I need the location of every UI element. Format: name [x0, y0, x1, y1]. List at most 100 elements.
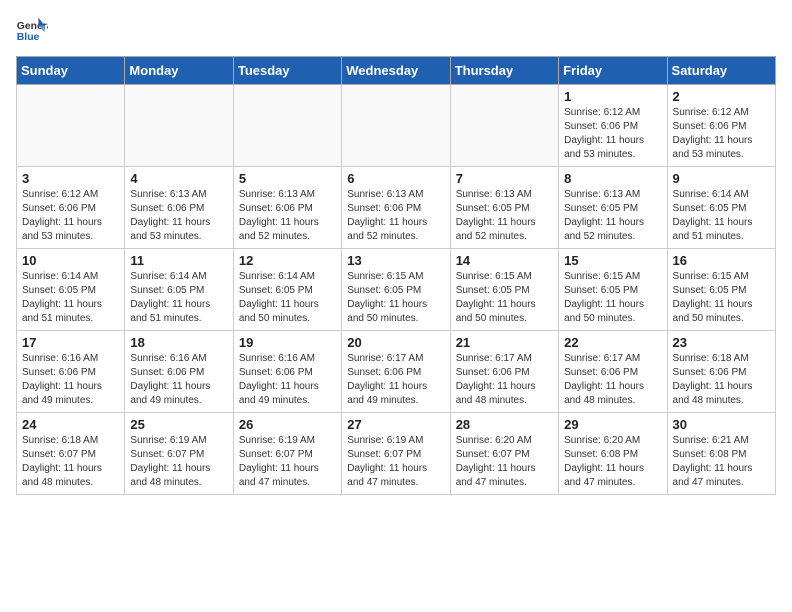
day-number: 21 [456, 335, 553, 350]
day-info: Sunrise: 6:13 AM Sunset: 6:05 PM Dayligh… [564, 188, 661, 244]
day-number: 8 [564, 171, 661, 186]
calendar-cell: 3 Sunrise: 6:12 AM Sunset: 6:06 PM Daylig… [17, 167, 125, 249]
day-number: 30 [673, 417, 770, 432]
weekday-header: Sunday [17, 57, 125, 85]
day-info: Sunrise: 6:14 AM Sunset: 6:05 PM Dayligh… [673, 188, 770, 244]
calendar-cell [125, 85, 233, 167]
calendar-week-row: 24 Sunrise: 6:18 AM Sunset: 6:07 PM Dayli… [17, 413, 776, 495]
day-number: 13 [347, 253, 444, 268]
day-info: Sunrise: 6:15 AM Sunset: 6:05 PM Dayligh… [673, 270, 770, 326]
calendar-cell: 14Sunrise: 6:15 AM Sunset: 6:05 PM Dayli… [450, 249, 558, 331]
calendar-week-row: 3 Sunrise: 6:12 AM Sunset: 6:06 PM Daylig… [17, 167, 776, 249]
day-info: Sunrise: 6:14 AM Sunset: 6:05 PM Dayligh… [22, 270, 119, 326]
day-info: Sunrise: 6:16 AM Sunset: 6:06 PM Dayligh… [239, 352, 336, 408]
calendar-cell [233, 85, 341, 167]
day-number: 7 [456, 171, 553, 186]
day-number: 10 [22, 253, 119, 268]
logo-icon: GeneralBlue [16, 16, 48, 48]
calendar-week-row: 17 Sunrise: 6:16 AM Sunset: 6:06 PM Dayli… [17, 331, 776, 413]
day-number: 4 [130, 171, 227, 186]
day-info: Sunrise: 6:17 AM Sunset: 6:06 PM Dayligh… [456, 352, 553, 408]
weekday-header: Tuesday [233, 57, 341, 85]
day-info: Sunrise: 6:20 AM Sunset: 6:08 PM Dayligh… [564, 434, 661, 490]
day-info: Sunrise: 6:15 AM Sunset: 6:05 PM Dayligh… [564, 270, 661, 326]
day-info: Sunrise: 6:12 AM Sunset: 6:06 PM Dayligh… [673, 106, 770, 162]
day-number: 15 [564, 253, 661, 268]
calendar-cell: 17 Sunrise: 6:16 AM Sunset: 6:06 PM Dayli… [17, 331, 125, 413]
day-info: Sunrise: 6:19 AM Sunset: 6:07 PM Dayligh… [130, 434, 227, 490]
calendar-cell: 8 Sunrise: 6:13 AM Sunset: 6:05 PM Daylig… [559, 167, 667, 249]
day-info: Sunrise: 6:12 AM Sunset: 6:06 PM Dayligh… [22, 188, 119, 244]
calendar-cell: 7 Sunrise: 6:13 AM Sunset: 6:05 PM Daylig… [450, 167, 558, 249]
calendar-cell: 16 Sunrise: 6:15 AM Sunset: 6:05 PM Dayli… [667, 249, 775, 331]
page: GeneralBlue SundayMondayTuesdayWednesday… [0, 0, 792, 511]
day-info: Sunrise: 6:20 AM Sunset: 6:07 PM Dayligh… [456, 434, 553, 490]
day-info: Sunrise: 6:19 AM Sunset: 6:07 PM Dayligh… [239, 434, 336, 490]
day-number: 19 [239, 335, 336, 350]
weekday-header: Saturday [667, 57, 775, 85]
calendar-cell: 11 Sunrise: 6:14 AM Sunset: 6:05 PM Dayli… [125, 249, 233, 331]
day-number: 14 [456, 253, 553, 268]
calendar-cell: 10 Sunrise: 6:14 AM Sunset: 6:05 PM Dayli… [17, 249, 125, 331]
calendar-cell: 27Sunrise: 6:19 AM Sunset: 6:07 PM Dayli… [342, 413, 450, 495]
day-info: Sunrise: 6:13 AM Sunset: 6:06 PM Dayligh… [347, 188, 444, 244]
weekday-header-row: SundayMondayTuesdayWednesdayThursdayFrid… [17, 57, 776, 85]
calendar-cell: 15 Sunrise: 6:15 AM Sunset: 6:05 PM Dayli… [559, 249, 667, 331]
calendar-cell: 1 Sunrise: 6:12 AM Sunset: 6:06 PM Daylig… [559, 85, 667, 167]
day-info: Sunrise: 6:13 AM Sunset: 6:05 PM Dayligh… [456, 188, 553, 244]
calendar-cell: 22Sunrise: 6:17 AM Sunset: 6:06 PM Dayli… [559, 331, 667, 413]
svg-text:Blue: Blue [17, 32, 40, 43]
calendar-week-row: 10 Sunrise: 6:14 AM Sunset: 6:05 PM Dayli… [17, 249, 776, 331]
calendar-table: SundayMondayTuesdayWednesdayThursdayFrid… [16, 56, 776, 495]
day-info: Sunrise: 6:18 AM Sunset: 6:07 PM Dayligh… [22, 434, 119, 490]
day-number: 2 [673, 89, 770, 104]
day-number: 11 [130, 253, 227, 268]
calendar-cell [342, 85, 450, 167]
day-number: 23 [673, 335, 770, 350]
day-number: 26 [239, 417, 336, 432]
calendar-cell: 21 Sunrise: 6:17 AM Sunset: 6:06 PM Dayli… [450, 331, 558, 413]
day-number: 28 [456, 417, 553, 432]
calendar-cell: 2 Sunrise: 6:12 AM Sunset: 6:06 PM Daylig… [667, 85, 775, 167]
calendar-cell: 20Sunrise: 6:17 AM Sunset: 6:06 PM Dayli… [342, 331, 450, 413]
day-info: Sunrise: 6:16 AM Sunset: 6:06 PM Dayligh… [22, 352, 119, 408]
day-number: 17 [22, 335, 119, 350]
day-number: 16 [673, 253, 770, 268]
day-info: Sunrise: 6:14 AM Sunset: 6:05 PM Dayligh… [130, 270, 227, 326]
calendar-cell: 25 Sunrise: 6:19 AM Sunset: 6:07 PM Dayli… [125, 413, 233, 495]
day-info: Sunrise: 6:14 AM Sunset: 6:05 PM Dayligh… [239, 270, 336, 326]
calendar-cell: 6 Sunrise: 6:13 AM Sunset: 6:06 PM Daylig… [342, 167, 450, 249]
header: GeneralBlue [16, 16, 776, 48]
calendar-cell: 12 Sunrise: 6:14 AM Sunset: 6:05 PM Dayli… [233, 249, 341, 331]
calendar-cell: 24 Sunrise: 6:18 AM Sunset: 6:07 PM Dayli… [17, 413, 125, 495]
weekday-header: Wednesday [342, 57, 450, 85]
day-number: 1 [564, 89, 661, 104]
calendar-cell: 5 Sunrise: 6:13 AM Sunset: 6:06 PM Daylig… [233, 167, 341, 249]
day-number: 27 [347, 417, 444, 432]
calendar-cell [17, 85, 125, 167]
weekday-header: Thursday [450, 57, 558, 85]
weekday-header: Friday [559, 57, 667, 85]
calendar-cell [450, 85, 558, 167]
day-info: Sunrise: 6:17 AM Sunset: 6:06 PM Dayligh… [347, 352, 444, 408]
calendar-cell: 13 Sunrise: 6:15 AM Sunset: 6:05 PM Dayli… [342, 249, 450, 331]
calendar-cell: 28 Sunrise: 6:20 AM Sunset: 6:07 PM Dayli… [450, 413, 558, 495]
day-number: 9 [673, 171, 770, 186]
day-number: 25 [130, 417, 227, 432]
calendar-cell: 9 Sunrise: 6:14 AM Sunset: 6:05 PM Daylig… [667, 167, 775, 249]
calendar-cell: 4Sunrise: 6:13 AM Sunset: 6:06 PM Daylig… [125, 167, 233, 249]
day-number: 24 [22, 417, 119, 432]
day-info: Sunrise: 6:12 AM Sunset: 6:06 PM Dayligh… [564, 106, 661, 162]
logo: GeneralBlue [16, 16, 48, 48]
day-info: Sunrise: 6:13 AM Sunset: 6:06 PM Dayligh… [239, 188, 336, 244]
day-info: Sunrise: 6:21 AM Sunset: 6:08 PM Dayligh… [673, 434, 770, 490]
day-info: Sunrise: 6:16 AM Sunset: 6:06 PM Dayligh… [130, 352, 227, 408]
day-number: 6 [347, 171, 444, 186]
day-info: Sunrise: 6:17 AM Sunset: 6:06 PM Dayligh… [564, 352, 661, 408]
day-info: Sunrise: 6:15 AM Sunset: 6:05 PM Dayligh… [347, 270, 444, 326]
day-number: 12 [239, 253, 336, 268]
calendar-cell: 18Sunrise: 6:16 AM Sunset: 6:06 PM Dayli… [125, 331, 233, 413]
day-number: 3 [22, 171, 119, 186]
day-number: 5 [239, 171, 336, 186]
day-info: Sunrise: 6:18 AM Sunset: 6:06 PM Dayligh… [673, 352, 770, 408]
